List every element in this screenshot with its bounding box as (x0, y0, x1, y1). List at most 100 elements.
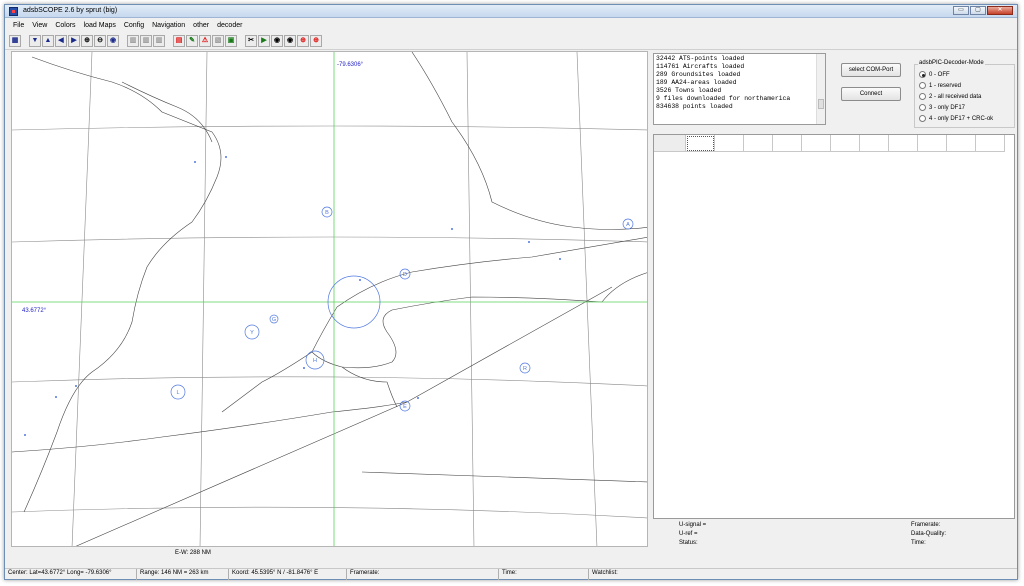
connect-button[interactable]: Connect (841, 87, 901, 101)
window-controls: ▭ ▢ ✕ (953, 6, 1013, 15)
window-title: adsbSCOPE 2.6 by sprut (big) (23, 7, 118, 14)
title-bar: adsbSCOPE 2.6 by sprut (big) ▭ ▢ ✕ (5, 5, 1017, 18)
status-bar: Center: Lat=43.6772° Long= -79.6306° Ran… (5, 568, 1017, 580)
select-com-port-button[interactable]: select COM-Port (841, 63, 901, 77)
pencil-icon[interactable]: ✎ (186, 34, 198, 47)
target-dot-2-icon[interactable]: ◉ (284, 34, 296, 47)
building-3-icon[interactable]: ▥ (153, 34, 165, 47)
map-footer: E-W: 288 NM (5, 548, 650, 560)
log-line: 32442 ATS-points loaded (656, 55, 745, 62)
framerate-label: Framerate: (911, 522, 941, 528)
log-line: 3526 Towns loaded (656, 87, 722, 94)
app-icon (9, 7, 18, 16)
crosshair-2-icon[interactable]: ⊕ (310, 34, 322, 47)
grid-cell[interactable] (686, 135, 715, 152)
tools-icon[interactable]: ✂ (245, 34, 257, 47)
map-grid (12, 52, 647, 546)
marker-y: Y (250, 330, 254, 336)
marker-d: D (403, 272, 407, 278)
status-label: Status: (679, 540, 698, 546)
grid-cell[interactable] (715, 135, 744, 152)
menu-other[interactable]: other (189, 22, 213, 29)
status-range: Range: 146 NM = 263 km (137, 569, 229, 580)
log-line: 114761 Aircrafts loaded (656, 63, 745, 70)
zoom-in-icon[interactable]: ⊕ (81, 34, 93, 47)
status-framerate: Framerate: (347, 569, 499, 580)
arrow-left-icon[interactable]: ◀ (55, 34, 67, 47)
decoder-option-0[interactable]: 0 - OFF (919, 71, 950, 78)
grid-header-row (654, 135, 1005, 152)
log-scrollbar[interactable] (816, 54, 825, 124)
marker-l: L (176, 390, 179, 396)
log-line: 189 AA24-areas loaded (656, 79, 737, 86)
globe-icon[interactable]: ◉ (107, 34, 119, 47)
status-koord: Koord: 45.5395° N / -81.8476° E (229, 569, 347, 580)
longitude-label: -79.6306° (337, 62, 364, 68)
time-label: Time: (911, 540, 926, 546)
marker-g: G (272, 317, 276, 323)
data-quality-label: Data-Quality: (911, 531, 947, 537)
play-icon[interactable]: ▶ (258, 34, 270, 47)
grid-cell[interactable] (947, 135, 976, 152)
decoder-option-4[interactable]: 4 - only DF17 + CRC-ok (919, 115, 993, 122)
arrow-up-icon[interactable]: ▲ (42, 34, 54, 47)
zoom-out-icon[interactable]: ⊖ (94, 34, 106, 47)
grid-cell[interactable] (918, 135, 947, 152)
menu-load-maps[interactable]: load Maps (80, 22, 120, 29)
grid-cell[interactable] (744, 135, 773, 152)
log-line: 9 files downloaded for northamerica (656, 95, 791, 102)
log-textbox[interactable]: 32442 ATS-points loaded 114761 Aircrafts… (653, 53, 826, 125)
note-icon[interactable]: ▧ (212, 34, 224, 47)
aircraft-grid[interactable] (653, 134, 1015, 519)
menu-colors[interactable]: Colors (51, 22, 79, 29)
u-signal-label: U-signal = (679, 522, 707, 528)
decoder-option-3[interactable]: 3 - only DF17 (919, 104, 965, 111)
grid-cell[interactable] (802, 135, 831, 152)
log-scroll-thumb[interactable] (818, 99, 824, 109)
menu-bar: File View Colors load Maps Config Naviga… (5, 19, 1017, 31)
monitor-icon[interactable]: ▣ (225, 34, 237, 47)
airspace-letters: B D H L R E A Y G (176, 210, 630, 410)
maximize-button[interactable]: ▢ (970, 6, 986, 15)
menu-file[interactable]: File (9, 22, 28, 29)
radio-icon[interactable] (919, 115, 926, 122)
grid-corner-cell (654, 135, 686, 152)
status-watchlist: Watchlist: (592, 570, 618, 576)
menu-navigation[interactable]: Navigation (148, 22, 189, 29)
grid-cell[interactable] (773, 135, 802, 152)
menu-view[interactable]: View (28, 22, 51, 29)
close-button[interactable]: ✕ (987, 6, 1013, 15)
crosshair-icon[interactable]: ⊕ (297, 34, 309, 47)
marker-b: B (325, 210, 329, 216)
marker-a: A (626, 222, 630, 228)
radio-icon[interactable] (919, 82, 926, 89)
ew-distance-label: E-W: 288 NM (175, 550, 211, 556)
warning-icon[interactable]: ⚠ (199, 34, 211, 47)
building-2-icon[interactable]: ▥ (140, 34, 152, 47)
radio-icon[interactable] (919, 104, 926, 111)
decoder-option-2[interactable]: 2 - all received data (919, 93, 981, 100)
grid-cell[interactable] (831, 135, 860, 152)
grid-cell[interactable] (889, 135, 918, 152)
main-window: adsbSCOPE 2.6 by sprut (big) ▭ ▢ ✕ File … (4, 4, 1018, 580)
grid-cell[interactable] (976, 135, 1005, 152)
decoder-option-1[interactable]: 1 - reserved (919, 82, 961, 89)
arrow-right-icon[interactable]: ▶ (68, 34, 80, 47)
minimize-button[interactable]: ▭ (953, 6, 969, 15)
menu-decoder[interactable]: decoder (213, 22, 246, 29)
map-canvas[interactable]: B D H L R E A Y G (12, 52, 648, 547)
waypoint-dots (24, 156, 561, 436)
radio-selected-icon[interactable] (919, 71, 926, 78)
radar-map[interactable]: B D H L R E A Y G -79.6306° 43.6772° (11, 51, 648, 547)
marker-h: H (313, 358, 317, 364)
grid-cell[interactable] (860, 135, 889, 152)
target-dot-icon[interactable]: ◉ (271, 34, 283, 47)
building-1-icon[interactable]: ▥ (127, 34, 139, 47)
radio-icon[interactable] (919, 93, 926, 100)
menu-config[interactable]: Config (120, 22, 148, 29)
status-center: Center: Lat=43.6772° Long= -79.6306° (5, 569, 137, 580)
chart-icon[interactable]: ▤ (173, 34, 185, 47)
arrow-down-icon[interactable]: ▼ (29, 34, 41, 47)
table-icon[interactable]: ▦ (9, 34, 21, 47)
signal-info-panel: U-signal = U-ref = Status: Framerate: Da… (653, 520, 1015, 550)
